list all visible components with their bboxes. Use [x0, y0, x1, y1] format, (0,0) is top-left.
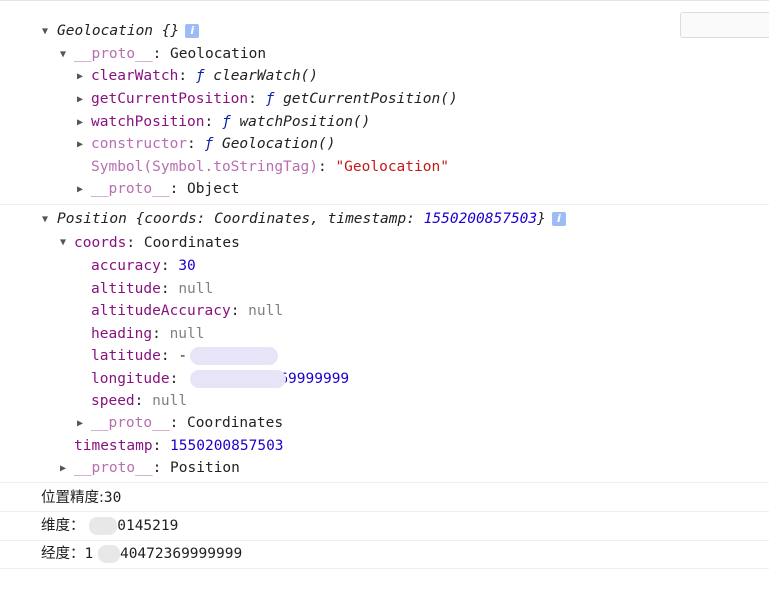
position-header-text: Position {coords: Coordinates, timestamp…: [57, 211, 424, 227]
redaction-blur: [89, 517, 117, 535]
coords-row[interactable]: coords: Coordinates: [74, 232, 240, 254]
expand-arrow-icon[interactable]: ▼: [42, 209, 48, 231]
symbol-row: Symbol(Symbol.toStringTag): "Geolocation…: [91, 159, 449, 175]
proto-key: __proto__: [74, 460, 153, 476]
heading-row: heading: null: [91, 326, 205, 342]
timestamp-row: timestamp: 1550200857503: [74, 438, 284, 454]
collapse-arrow-icon[interactable]: ▶: [60, 458, 66, 480]
method-value: watchPosition(): [239, 114, 371, 130]
method-value: Geolocation(): [221, 136, 336, 152]
log-label: 经度：: [41, 546, 85, 562]
method-key: watchPosition: [91, 114, 205, 130]
function-glyph: ƒ: [265, 91, 275, 107]
proto-position-row[interactable]: __proto__: Position: [74, 457, 240, 479]
redaction-blur: [190, 347, 278, 365]
geolocation-header-text: Geolocation {}: [57, 23, 180, 39]
prop-key: accuracy: [91, 258, 161, 274]
prop-key: heading: [91, 326, 153, 342]
log-value: .40472369999999: [111, 546, 243, 562]
top-border: [0, 0, 769, 1]
console-separator: [0, 540, 769, 541]
log-label: 维度：: [41, 518, 85, 534]
proto-type: Position: [170, 460, 240, 476]
prop-key: longitude: [91, 371, 170, 387]
collapse-arrow-icon[interactable]: ▶: [77, 413, 83, 435]
prop-key: altitudeAccuracy: [91, 303, 231, 319]
prop-value: 1550200857503: [170, 438, 284, 454]
redaction-blur: [190, 370, 286, 388]
log-value-prefix: 1: [84, 546, 94, 562]
console-filter-box[interactable]: [680, 12, 769, 38]
collapse-arrow-icon[interactable]: ▶: [77, 179, 83, 201]
symbol-key: Symbol(Symbol.toStringTag): [91, 159, 318, 175]
method-value: clearWatch(): [213, 68, 319, 84]
expand-arrow-icon[interactable]: ▼: [60, 44, 66, 66]
expand-arrow-icon[interactable]: ▼: [42, 21, 48, 43]
function-glyph: ƒ: [221, 114, 231, 130]
log-value: 30: [103, 490, 122, 506]
method-key: clearWatch: [91, 68, 179, 84]
geolocation-header[interactable]: Geolocation {} i: [57, 20, 200, 42]
coords-type: Coordinates: [143, 235, 240, 251]
collapse-arrow-icon[interactable]: ▶: [77, 134, 83, 156]
prop-key: latitude: [91, 348, 161, 364]
prop-value: 30: [178, 258, 196, 274]
console-separator: [0, 482, 769, 483]
proto-type: Object: [187, 181, 240, 197]
log-longitude: 经度：1 .40472369999999: [41, 543, 242, 565]
latitude-row: latitude: -: [91, 348, 188, 364]
method-row-getcurrentposition[interactable]: getCurrentPosition: ƒ getCurrentPosition…: [91, 88, 458, 110]
altitude-row: altitude: null: [91, 281, 214, 297]
function-glyph: ƒ: [195, 68, 205, 84]
method-row-clearwatch[interactable]: clearWatch: ƒ clearWatch(): [91, 65, 318, 87]
symbol-value: "Geolocation": [335, 159, 449, 175]
proto-key: __proto__: [91, 415, 170, 431]
position-header-timestamp: 1550200857503: [423, 211, 538, 227]
prop-value: null: [169, 326, 205, 342]
prop-value: 69999999: [279, 371, 350, 387]
proto-key: __proto__: [91, 181, 170, 197]
proto-row[interactable]: __proto__: Geolocation: [74, 43, 266, 65]
collapse-arrow-icon[interactable]: ▶: [77, 112, 83, 134]
console-separator: [0, 204, 769, 205]
log-accuracy: 位置精度:30: [41, 487, 121, 509]
proto-key: __proto__: [74, 46, 153, 62]
prop-value: null: [248, 303, 284, 319]
coords-key: coords: [74, 235, 127, 251]
proto-type: Coordinates: [187, 415, 284, 431]
method-key: getCurrentPosition: [91, 91, 249, 107]
proto-object-row[interactable]: __proto__: Object: [91, 178, 239, 200]
method-row-watchposition[interactable]: watchPosition: ƒ watchPosition(): [91, 111, 370, 133]
proto-type: Geolocation: [170, 46, 267, 62]
log-label: 位置精度:: [41, 490, 104, 506]
prop-value: null: [152, 393, 188, 409]
expand-arrow-icon[interactable]: ▼: [60, 232, 66, 254]
info-icon: i: [551, 212, 566, 226]
console-separator: [0, 511, 769, 512]
accuracy-row: accuracy: 30: [91, 258, 196, 274]
position-header-close: }: [537, 211, 546, 227]
prop-key: timestamp: [74, 438, 153, 454]
prop-key: speed: [91, 393, 135, 409]
position-header[interactable]: Position {coords: Coordinates, timestamp…: [57, 208, 566, 230]
function-glyph: ƒ: [204, 136, 214, 152]
console-separator: [0, 568, 769, 569]
proto-coordinates-row[interactable]: __proto__: Coordinates: [91, 412, 283, 434]
method-key: constructor: [91, 136, 188, 152]
altitude-accuracy-row: altitudeAccuracy: null: [91, 303, 284, 319]
speed-row: speed: null: [91, 393, 188, 409]
collapse-arrow-icon[interactable]: ▶: [77, 89, 83, 111]
log-value: .0145219: [108, 518, 179, 534]
method-value: getCurrentPosition(): [283, 91, 458, 107]
collapse-arrow-icon[interactable]: ▶: [77, 66, 83, 88]
prop-value: null: [178, 281, 214, 297]
redaction-blur: [98, 545, 120, 563]
method-row-constructor[interactable]: constructor: ƒ Geolocation(): [91, 133, 335, 155]
prop-key: altitude: [91, 281, 161, 297]
prop-value: -: [178, 348, 188, 364]
info-icon: i: [185, 24, 200, 38]
